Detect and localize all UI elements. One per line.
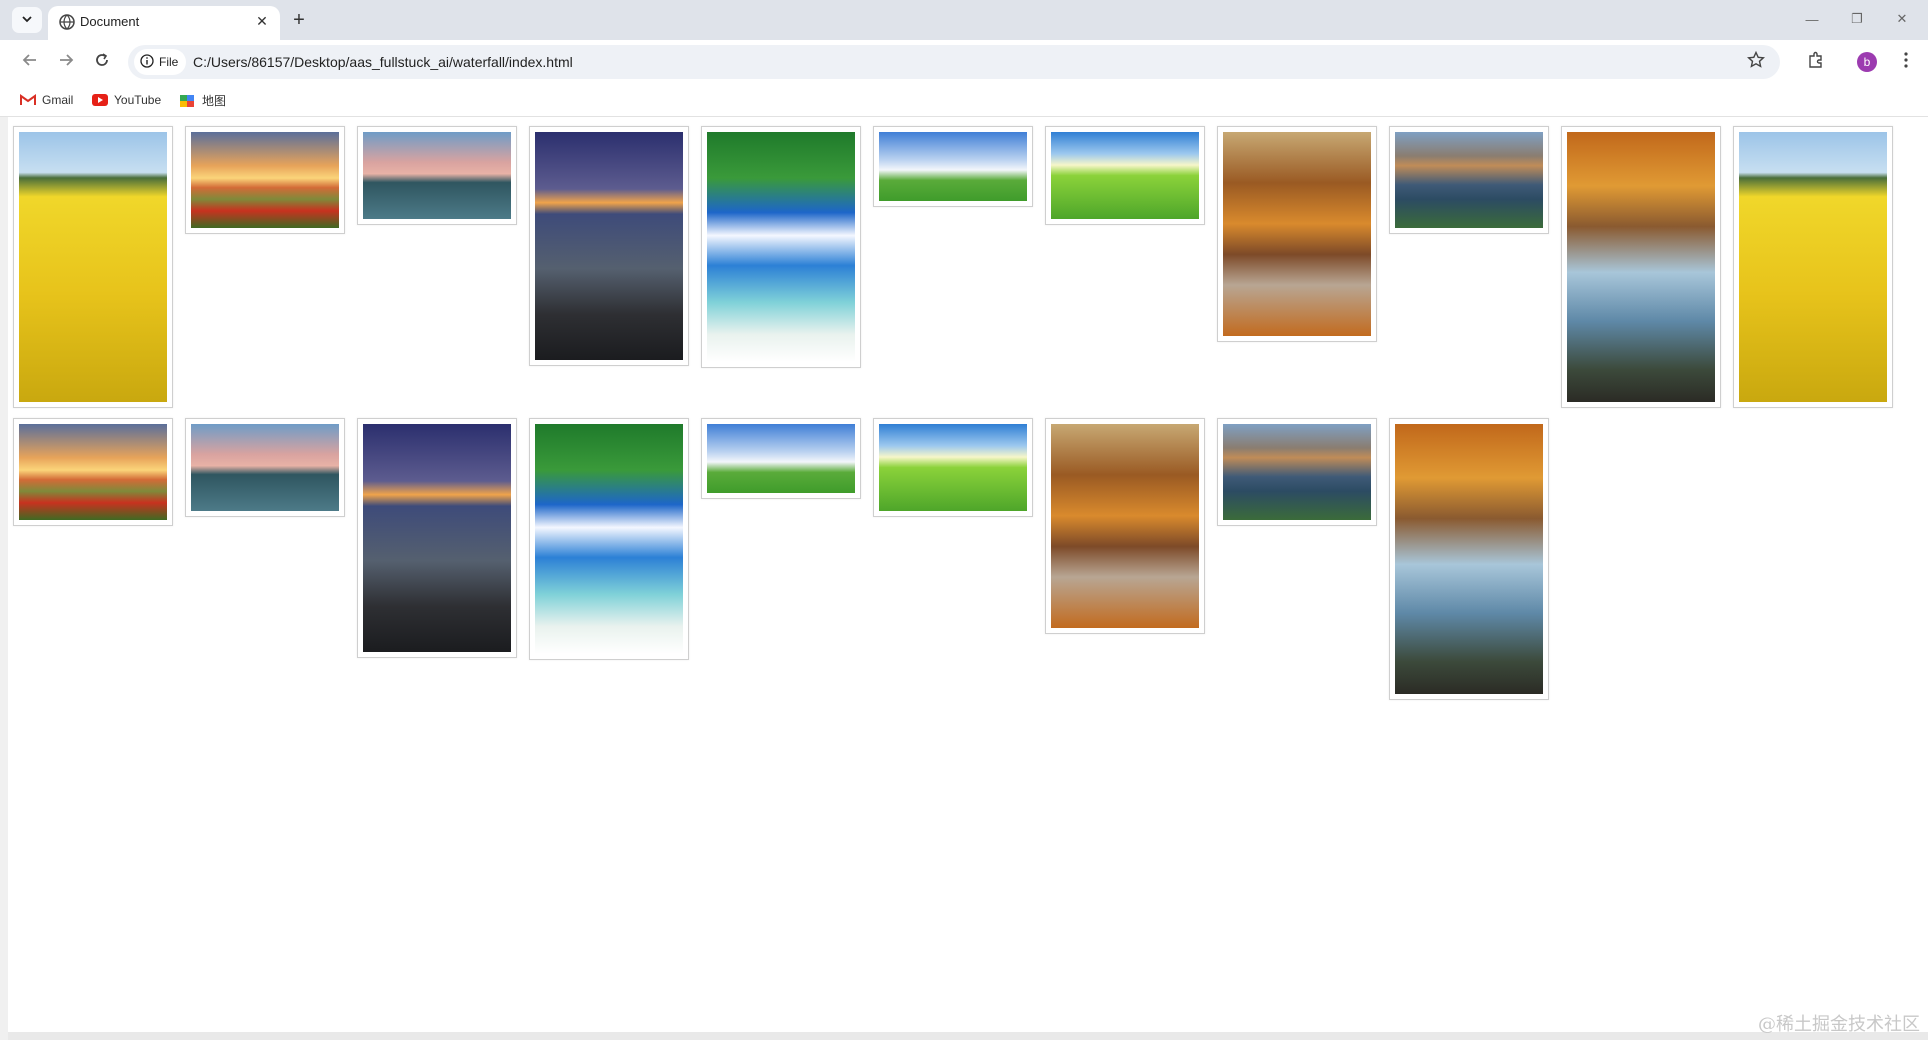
gmail-icon — [20, 94, 36, 106]
gallery-photo-beach — [535, 424, 683, 654]
gallery-photo-lake — [191, 424, 339, 511]
gallery-photo-bench — [1395, 424, 1543, 694]
gallery-card[interactable] — [1389, 418, 1549, 700]
gallery-card[interactable] — [357, 418, 517, 658]
bookmark-label: YouTube — [114, 93, 162, 107]
back-button[interactable] — [16, 48, 44, 76]
gallery-photo-volcano — [363, 424, 511, 652]
site-info-chip[interactable]: File — [134, 49, 187, 75]
plus-icon: + — [293, 8, 305, 31]
url-text[interactable]: C:/Users/86157/Desktop/aas_fullstuck_ai/… — [193, 54, 573, 70]
gallery-card[interactable] — [701, 418, 861, 499]
gallery-photo-lake — [363, 132, 511, 219]
gallery-photo-rapeseed — [19, 132, 167, 402]
tab-close-button[interactable]: ✕ — [252, 11, 272, 31]
bookmark-maps[interactable]: 地图 — [180, 90, 226, 110]
gallery-photo-meadow — [879, 424, 1027, 511]
new-tab-button[interactable]: + — [286, 7, 312, 33]
tab-bar: Document ✕ + — ❐ ✕ — [0, 0, 1928, 40]
tab-title: Document — [80, 14, 140, 29]
gallery-card[interactable] — [1389, 126, 1549, 234]
gallery-photo-sunset — [191, 132, 339, 228]
gallery-card[interactable] — [185, 126, 345, 234]
address-bar[interactable]: File C:/Users/86157/Desktop/aas_fullstuc… — [128, 45, 1780, 79]
tab-document[interactable]: Document ✕ — [48, 6, 280, 40]
bookmark-label: Gmail — [42, 93, 74, 107]
gallery-card[interactable] — [1217, 126, 1377, 342]
gallery-card[interactable] — [701, 126, 861, 368]
info-icon — [140, 53, 154, 71]
gallery-card[interactable] — [1561, 126, 1721, 408]
window-edge — [0, 117, 8, 1040]
close-icon: ✕ — [1896, 11, 1908, 26]
minimize-button[interactable]: — — [1795, 6, 1829, 32]
gallery-photo-rapeseed — [1739, 132, 1887, 402]
reload-icon — [94, 52, 110, 73]
minimize-icon: — — [1805, 11, 1819, 27]
menu-button[interactable] — [1892, 48, 1920, 76]
gallery-photo-bench — [1567, 132, 1715, 402]
bottom-edge — [8, 1032, 1928, 1040]
gallery-card[interactable] — [1217, 418, 1377, 526]
gallery-photo-sunset — [19, 424, 167, 520]
gallery-card[interactable] — [1733, 126, 1893, 408]
page-viewport — [8, 117, 1928, 1032]
gallery-photo-meadow — [1051, 132, 1199, 219]
restore-icon: ❐ — [1851, 11, 1863, 26]
close-icon: ✕ — [256, 12, 268, 29]
gallery-card[interactable] — [13, 418, 173, 526]
gallery-photo-beach — [707, 132, 855, 362]
toolbar: File C:/Users/86157/Desktop/aas_fullstuc… — [0, 40, 1928, 84]
gallery-photo-tree — [707, 424, 855, 493]
puzzle-icon — [1807, 51, 1825, 74]
avatar[interactable]: b — [1857, 52, 1877, 72]
extensions-button[interactable] — [1802, 48, 1830, 76]
bookmark-star-button[interactable] — [1744, 50, 1768, 74]
gallery-card[interactable] — [357, 126, 517, 225]
gallery-card[interactable] — [529, 418, 689, 660]
maps-icon — [180, 94, 196, 107]
gallery-card[interactable] — [1045, 126, 1205, 225]
site-chip-label: File — [159, 55, 179, 69]
gallery-card[interactable] — [873, 126, 1033, 207]
globe-icon — [58, 13, 76, 31]
gallery-card[interactable] — [529, 126, 689, 366]
arrow-left-icon — [22, 52, 38, 73]
forward-button[interactable] — [52, 48, 80, 76]
bookmark-gmail[interactable]: Gmail — [20, 90, 73, 110]
close-window-button[interactable]: ✕ — [1885, 6, 1919, 32]
gallery-card[interactable] — [185, 418, 345, 517]
bookmark-youtube[interactable]: YouTube — [92, 90, 161, 110]
reload-button[interactable] — [88, 48, 116, 76]
gallery-card[interactable] — [13, 126, 173, 408]
gallery-photo-autumn — [1051, 424, 1199, 628]
gallery-photo-mountain — [1395, 132, 1543, 228]
kebab-menu-icon — [1904, 51, 1908, 73]
bookmark-label: 地图 — [202, 93, 227, 108]
gallery-photo-volcano — [535, 132, 683, 360]
arrow-right-icon — [58, 52, 74, 73]
tab-search-button[interactable] — [12, 7, 42, 33]
chevron-down-icon — [21, 13, 33, 28]
gallery-photo-tree — [879, 132, 1027, 201]
gallery-photo-mountain — [1223, 424, 1371, 520]
watermark: @稀土掘金技术社区 — [1758, 1014, 1920, 1035]
star-icon — [1746, 50, 1766, 74]
restore-button[interactable]: ❐ — [1840, 6, 1874, 32]
bookmarks-bar: Gmail YouTube 地图 — [0, 84, 1928, 117]
gallery-card[interactable] — [1045, 418, 1205, 634]
gallery-card[interactable] — [873, 418, 1033, 517]
youtube-icon — [92, 94, 108, 106]
gallery-photo-autumn — [1223, 132, 1371, 336]
